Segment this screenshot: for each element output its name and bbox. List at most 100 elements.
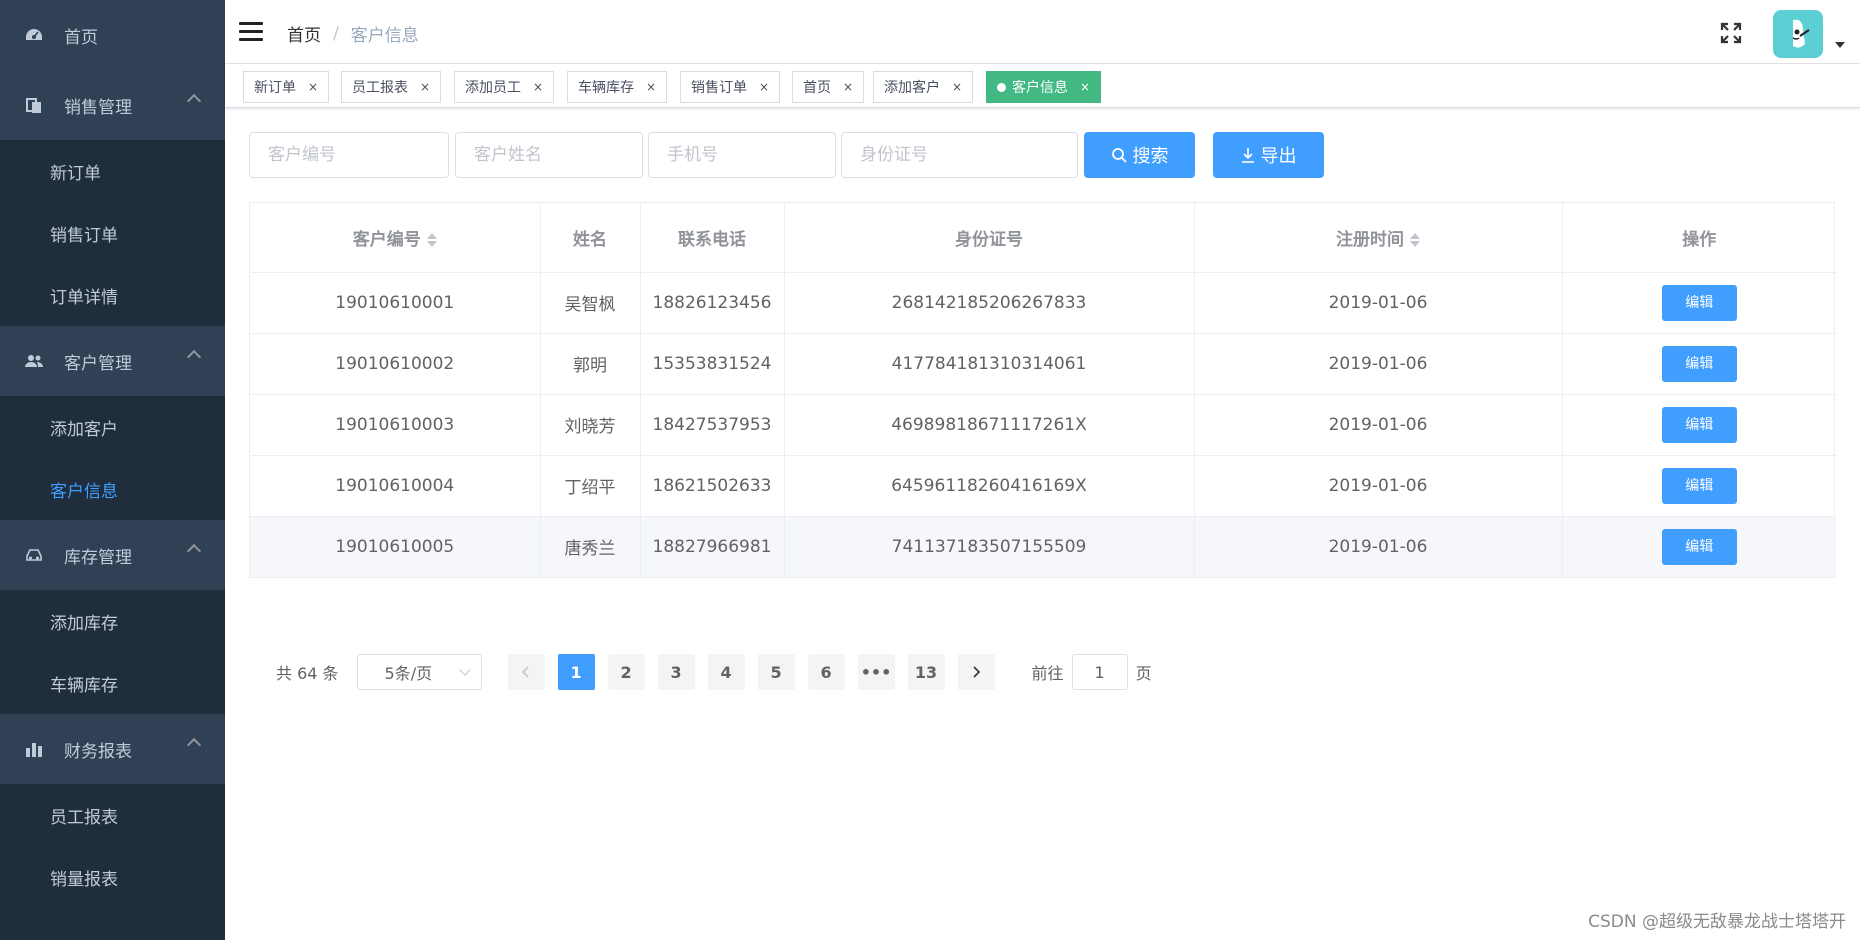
page-button[interactable]: 2 [607,654,645,690]
page-button[interactable]: 3 [657,654,695,690]
close-icon[interactable]: × [533,80,543,94]
tag-add-customer[interactable]: 添加客户 × [873,71,974,103]
tag-customer-info[interactable]: 客户信息 × [986,71,1102,103]
sidebar-group-sales[interactable]: 销售管理 [0,70,225,140]
sidebar: 首页 销售管理 新订单 销售订单 订单详情 客户管理 添加客户 客户信息 库存管… [0,0,225,940]
header-customer-id[interactable]: 客户编号 [250,203,541,273]
close-icon[interactable]: × [952,80,962,94]
tag-new-order[interactable]: 新订单 × [243,71,330,103]
search-button[interactable]: 搜索 [1084,132,1195,178]
sidebar-item-order-detail[interactable]: 订单详情 [0,264,225,326]
breadcrumb-separator: / [333,23,339,44]
sidebar-group-inventory[interactable]: 库存管理 [0,520,225,590]
edit-button[interactable]: 编辑 [1661,406,1737,443]
cell-id-card: 741137183507155509 [784,516,1195,578]
sidebar-group-finance[interactable]: 财务报表 [0,714,225,784]
cell-customer-id: 19010610005 [250,516,541,578]
cell-register-date: 2019-01-06 [1194,272,1563,334]
close-icon[interactable]: × [646,80,656,94]
goto-page-input[interactable] [1071,654,1128,690]
page-button[interactable]: 4 [707,654,745,690]
customer-id-input[interactable] [249,132,449,178]
export-button[interactable]: 导出 [1213,132,1324,178]
cell-name: 丁绍平 [540,455,641,517]
cell-id-card: 268142185206267833 [784,272,1195,334]
page-button[interactable]: 5 [757,654,795,690]
header-phone: 联系电话 [640,203,785,273]
close-icon[interactable]: × [420,80,430,94]
sidebar-item-sales-orders[interactable]: 销售订单 [0,202,225,264]
customer-name-input[interactable] [455,132,643,178]
sort-icon[interactable] [1410,232,1420,248]
caret-down-icon[interactable] [1835,42,1845,48]
hamburger-menu-icon[interactable] [239,22,263,42]
sidebar-item-customer-info[interactable]: 客户信息 [0,458,225,520]
page-button[interactable]: 13 [907,654,945,690]
cell-id-card: 417784181310314061 [784,333,1195,395]
tag-label: 销售订单 [691,80,747,96]
cell-customer-id: 19010610004 [250,455,541,517]
cell-register-date: 2019-01-06 [1194,333,1563,395]
cell-id-card: 46989818671117261X [784,394,1195,456]
more-pages-button[interactable]: ••• [857,654,895,690]
chevron-up-icon [186,349,202,365]
tag-add-staff[interactable]: 添加员工 × [454,71,555,103]
tag-home[interactable]: 首页 × [792,71,865,103]
sidebar-item-add-customer[interactable]: 添加客户 [0,396,225,458]
cell-id-card: 64596118260416169X [784,455,1195,517]
edit-button[interactable]: 编辑 [1661,528,1737,565]
breadcrumb-current: 客户信息 [350,26,419,46]
edit-button[interactable]: 编辑 [1661,345,1737,382]
tag-sales-orders[interactable]: 销售订单 × [680,71,781,103]
sidebar-item-sales-report[interactable]: 销量报表 [0,846,225,908]
sidebar-item-staff-report[interactable]: 员工报表 [0,784,225,846]
tag-staff-report[interactable]: 员工报表 × [341,71,442,103]
cell-register-date: 2019-01-06 [1194,455,1563,517]
page-button[interactable]: 6 [807,654,845,690]
chevron-left-icon [522,666,529,678]
table-row: 19010610005 唐秀兰 18827966981 741137183507… [250,516,1836,578]
avatar[interactable] [1773,10,1823,58]
cell-actions: 编辑 [1562,394,1836,456]
document-icon [24,95,44,115]
fullscreen-icon[interactable] [1720,22,1742,44]
close-icon[interactable]: × [1080,80,1090,94]
breadcrumb-home[interactable]: 首页 [287,21,321,46]
page-size-select[interactable]: 5条/页 [356,654,482,690]
chevron-right-icon [973,666,981,678]
sidebar-item-add-inventory[interactable]: 添加库存 [0,590,225,652]
export-button-label: 导出 [1260,146,1297,167]
sidebar-item-vehicle-inventory[interactable]: 车辆库存 [0,652,225,714]
phone-input[interactable] [648,132,836,178]
table-header-row: 客户编号 姓名 联系电话 身份证号 注册时间 操作 [250,203,1836,273]
edit-button[interactable]: 编辑 [1661,284,1737,321]
table-row: 19010610002 郭明 15353831524 4177841813103… [250,333,1836,395]
navbar: 首页 / 客户信息 [225,0,1860,64]
prev-page-button[interactable] [507,654,545,690]
header-label: 客户编号 [352,229,421,250]
page-button[interactable]: 1 [557,654,595,690]
tag-label: 添加员工 [465,80,521,96]
close-icon[interactable]: × [308,80,318,94]
sidebar-group-label: 库存管理 [64,547,132,568]
sidebar-item-label: 首页 [64,27,98,48]
chevron-down-icon [458,664,471,676]
sidebar-group-customers[interactable]: 客户管理 [0,326,225,396]
sort-icon[interactable] [426,232,437,248]
sidebar-item-home[interactable]: 首页 [0,0,225,70]
header-label: 操作 [1682,229,1717,250]
edit-button[interactable]: 编辑 [1661,467,1737,504]
close-icon[interactable]: × [759,80,769,94]
cell-customer-id: 19010610001 [250,272,541,334]
tag-label: 添加客户 [884,80,940,96]
header-register-date[interactable]: 注册时间 [1194,203,1563,273]
sidebar-item-new-order[interactable]: 新订单 [0,140,225,202]
cell-name: 郭明 [540,333,641,395]
tag-label: 首页 [803,80,831,96]
tag-vehicle-inventory[interactable]: 车辆库存 × [567,71,668,103]
cell-actions: 编辑 [1562,455,1836,517]
next-page-button[interactable] [957,654,995,690]
close-icon[interactable]: × [843,80,853,94]
table-row: 19010610003 刘晓芳 18427537953 469898186711… [250,394,1836,456]
id-card-input[interactable] [841,132,1078,178]
